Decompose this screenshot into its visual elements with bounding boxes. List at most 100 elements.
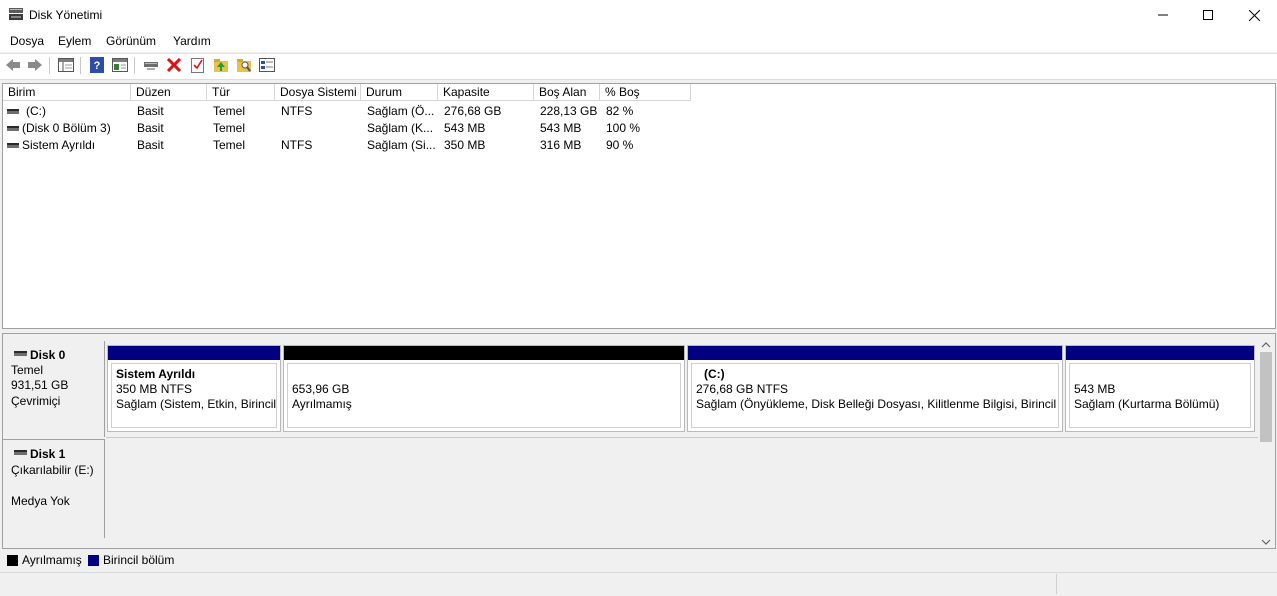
chevron-up-icon	[1261, 342, 1271, 348]
cell-kapasite: 350 MB	[444, 138, 486, 152]
cell-durum: Sağlam (Ö...	[367, 104, 435, 118]
maximize-button[interactable]	[1185, 0, 1231, 30]
help-icon: ?	[90, 57, 104, 73]
connect-icon	[144, 62, 158, 70]
svg-text:?: ?	[94, 60, 101, 72]
cell-durum: Sağlam (Si...	[367, 138, 436, 152]
scroll-down-button[interactable]	[1260, 536, 1272, 546]
partition-size: 276,68 GB NTFS	[696, 382, 789, 396]
legend-swatch	[88, 554, 99, 566]
back-arrow-icon	[6, 59, 20, 71]
scroll-up-button[interactable]	[1260, 339, 1272, 349]
delete-icon	[167, 58, 181, 72]
cell-duzen: Basit	[137, 138, 164, 152]
partition-size: 543 MB	[1074, 382, 1116, 396]
help-button[interactable]: ?	[88, 56, 106, 74]
legend-bar	[2, 549, 1274, 569]
disk-view-button[interactable]	[258, 56, 276, 74]
disk-0-size: 931,51 GB	[11, 378, 69, 392]
toolbar-separator	[80, 57, 81, 74]
partition-size: 350 MB NTFS	[116, 382, 193, 396]
column-header-duzen[interactable]: Düzen	[131, 84, 207, 101]
cell-durum: Sağlam (K...	[367, 121, 434, 135]
search-folder-button[interactable]	[235, 56, 253, 74]
cell-tur: Temel	[213, 138, 246, 152]
maximize-icon	[1203, 10, 1213, 20]
cell-kapasite: 276,68 GB	[444, 104, 502, 118]
disk-1-status: Medya Yok	[11, 494, 70, 508]
delete-button[interactable]	[165, 56, 183, 74]
table-row[interactable]: (C:) Basit Temel NTFS Sağlam (Ö... 276,6…	[3, 103, 691, 120]
cell-dosya-sistemi	[281, 120, 361, 137]
column-header-bos-alan[interactable]: Boş Alan	[534, 84, 600, 101]
partition-title: (C:)	[704, 367, 725, 381]
column-header-durum[interactable]: Durum	[361, 84, 438, 101]
legend-swatch	[7, 554, 18, 566]
back-button[interactable]	[4, 56, 22, 74]
menu-yardim[interactable]: Yardım	[173, 34, 211, 48]
disk-1-header[interactable]: Disk 1 Çıkarılabilir (E:) Medya Yok	[3, 439, 105, 538]
column-header-tur[interactable]: Tür	[207, 84, 275, 101]
connect-button[interactable]	[142, 56, 160, 74]
column-header-kapasite[interactable]: Kapasite	[438, 84, 534, 101]
minimize-button[interactable]	[1140, 0, 1186, 30]
cell-duzen: Basit	[137, 104, 164, 118]
cell-duzen: Basit	[137, 121, 164, 135]
partition-size: 653,96 GB	[292, 382, 350, 396]
partition-type-bar	[1066, 346, 1254, 360]
cell-tur: Temel	[213, 121, 246, 135]
partition-sistem-ayrildi[interactable]: Sistem Ayrıldı 350 MB NTFS Sağlam (Siste…	[107, 345, 281, 432]
menu-gorunum[interactable]: Görünüm	[106, 34, 156, 48]
table-row[interactable]: Sistem Ayrıldı Basit Temel NTFS Sağlam (…	[3, 137, 691, 154]
disk-0-status: Çevrimiçi	[11, 394, 61, 408]
column-header-yuzde-bos[interactable]: % Boş	[600, 84, 691, 101]
up-folder-button[interactable]	[212, 56, 230, 74]
view-button[interactable]	[111, 56, 129, 74]
table-row[interactable]: (Disk 0 Bölüm 3) Basit Temel Sağlam (K..…	[3, 120, 691, 137]
cell-dosya-sistemi: NTFS	[281, 138, 313, 152]
legend-label: Birincil bölüm	[103, 553, 175, 567]
disk-1-type: Çıkarılabilir (E:)	[11, 463, 94, 477]
disk-view-icon	[259, 58, 275, 72]
cell-bos-alan: 316 MB	[540, 138, 582, 152]
partition-type-bar	[284, 346, 684, 360]
column-header-birim[interactable]: Birim	[3, 84, 131, 101]
disk-1-name: Disk 1	[30, 447, 66, 461]
show-hide-console-tree-button[interactable]	[57, 56, 75, 74]
disk-0-name: Disk 0	[30, 348, 66, 362]
partition-title	[1074, 367, 1246, 382]
cell-tur: Temel	[213, 104, 246, 118]
properties-button[interactable]	[189, 56, 207, 74]
partition-recovery[interactable]: 543 MB Sağlam (Kurtarma Bölümü)	[1065, 345, 1255, 432]
partition-status: Ayrılmamış	[292, 397, 352, 411]
disk-0-type: Temel	[11, 363, 44, 377]
partition-status: Sağlam (Sistem, Etkin, Birincil Bölüm)	[116, 397, 277, 411]
cell-birim: (Disk 0 Bölüm 3)	[22, 121, 111, 135]
cell-yuzde-bos: 90 %	[606, 138, 634, 152]
disk-0-header[interactable]: Disk 0 Temel 931,51 GB Çevrimiçi	[3, 341, 105, 437]
toolbar-separator	[49, 57, 50, 74]
window-title: Disk Yönetimi	[29, 8, 103, 22]
scroll-thumb[interactable]	[1260, 352, 1272, 442]
legend-label: Ayrılmamış	[22, 553, 82, 567]
partition-status: Sağlam (Önyükleme, Disk Belleği Dosyası,…	[696, 397, 1059, 411]
cell-yuzde-bos: 100 %	[606, 121, 641, 135]
forward-button[interactable]	[26, 56, 44, 74]
properties-list-icon	[58, 58, 74, 72]
menu-dosya[interactable]: Dosya	[10, 34, 44, 48]
partition-unallocated[interactable]: 653,96 GB Ayrılmamış	[283, 345, 685, 432]
column-header-dosya-sistemi[interactable]: Dosya Sistemi	[275, 84, 361, 101]
partition-c[interactable]: (C:) 276,68 GB NTFS Sağlam (Önyükleme, D…	[687, 345, 1063, 432]
disk-divider	[106, 437, 1258, 438]
cell-birim: Sistem Ayrıldı	[22, 138, 96, 152]
cell-kapasite: 543 MB	[444, 121, 486, 135]
view-icon	[112, 58, 128, 72]
disk-management-app-icon	[9, 8, 23, 20]
close-button[interactable]	[1231, 0, 1277, 30]
cell-bos-alan: 228,13 GB	[540, 104, 598, 118]
legend-item-primary: Birincil bölüm	[88, 553, 174, 567]
menu-eylem[interactable]: Eylem	[58, 34, 91, 48]
forward-arrow-icon	[28, 59, 42, 71]
disk-icon	[14, 351, 27, 356]
partition-status: Sağlam (Kurtarma Bölümü)	[1074, 397, 1220, 411]
